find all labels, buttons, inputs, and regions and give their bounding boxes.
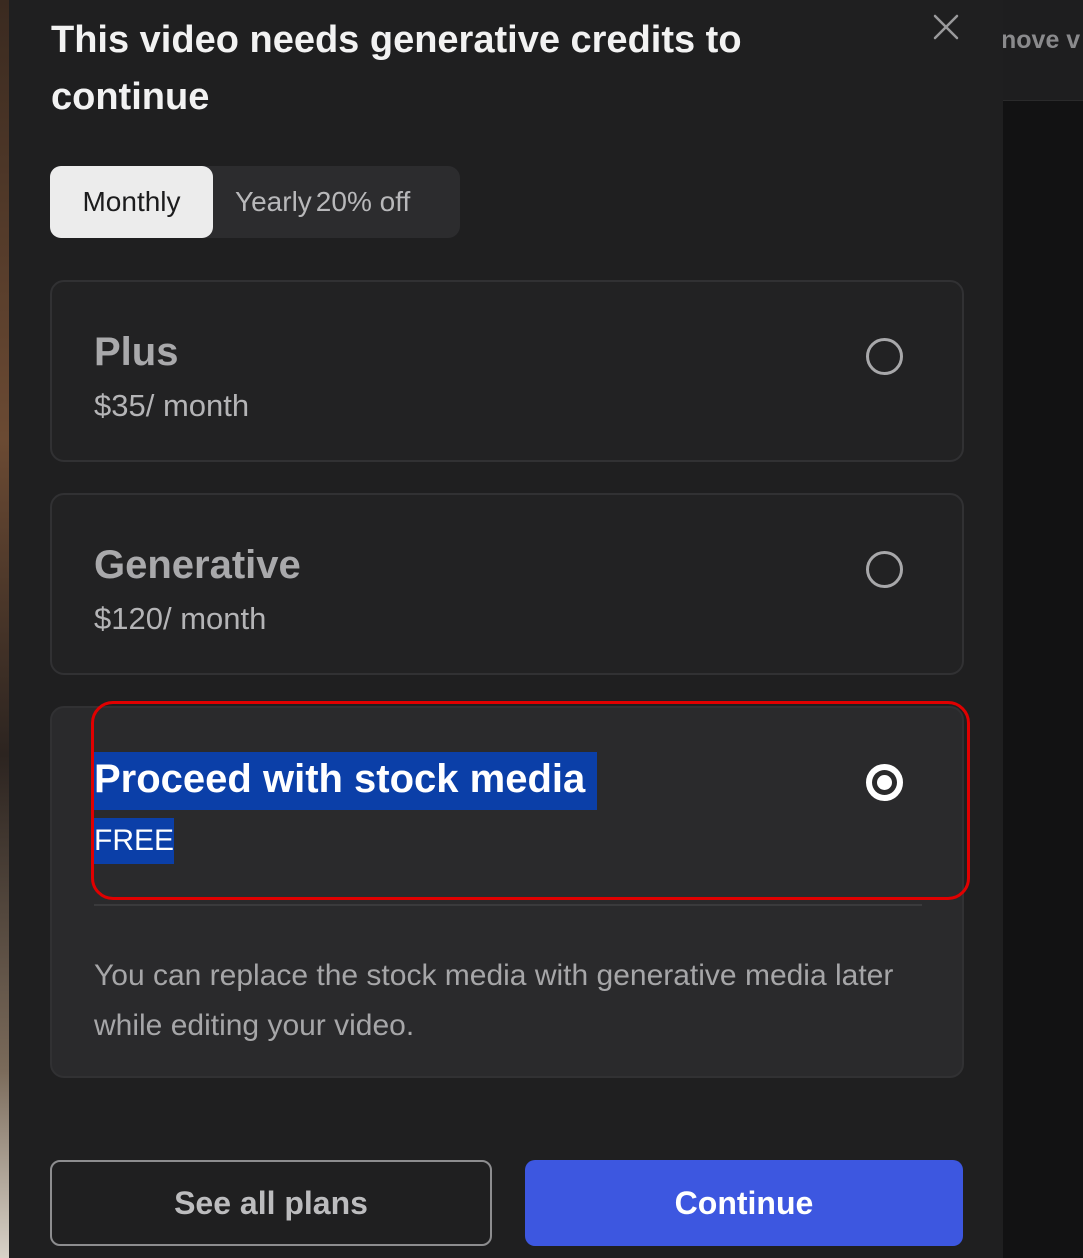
radio-dot xyxy=(877,775,892,790)
plan-card-plus[interactable]: Plus $35/ month xyxy=(50,280,964,462)
see-all-plans-button[interactable]: See all plans xyxy=(50,1160,492,1246)
stock-option-price: FREE xyxy=(94,818,175,864)
stock-option-name: Proceed with stock media xyxy=(94,752,598,810)
background-partial-label: nove v xyxy=(1001,26,1081,54)
stock-option-description: You can replace the stock media with gen… xyxy=(94,959,894,1042)
plan-radio-generative[interactable] xyxy=(866,551,903,588)
close-button[interactable] xyxy=(929,10,963,44)
divider xyxy=(94,904,922,906)
background-editor-panel xyxy=(1003,0,1083,1258)
yearly-label: Yearly xyxy=(235,186,312,217)
modal-title: This video needs generative credits to c… xyxy=(51,19,742,118)
plan-price: $120/ month xyxy=(94,601,267,636)
yearly-option[interactable]: Yearly 20% off xyxy=(235,166,410,238)
plan-radio-plus[interactable] xyxy=(866,338,903,375)
continue-button[interactable]: Continue xyxy=(525,1160,963,1246)
billing-period-toggle: Monthly Yearly 20% off xyxy=(50,166,460,238)
monthly-option[interactable]: Monthly xyxy=(50,166,213,238)
upgrade-modal: This video needs generative credits to c… xyxy=(9,0,1003,1258)
plan-card-stock-media[interactable]: Proceed with stock media FREE You can re… xyxy=(50,706,964,1078)
plan-name: Plus xyxy=(94,330,179,374)
plan-radio-stock-media[interactable] xyxy=(866,764,903,801)
plan-card-generative[interactable]: Generative $120/ month xyxy=(50,493,964,675)
plan-name: Generative xyxy=(94,543,301,587)
close-icon xyxy=(933,14,959,40)
yearly-discount-label: 20% off xyxy=(315,186,411,217)
background-video-thumbnail xyxy=(0,0,9,1258)
plan-price: $35/ month xyxy=(94,388,250,423)
